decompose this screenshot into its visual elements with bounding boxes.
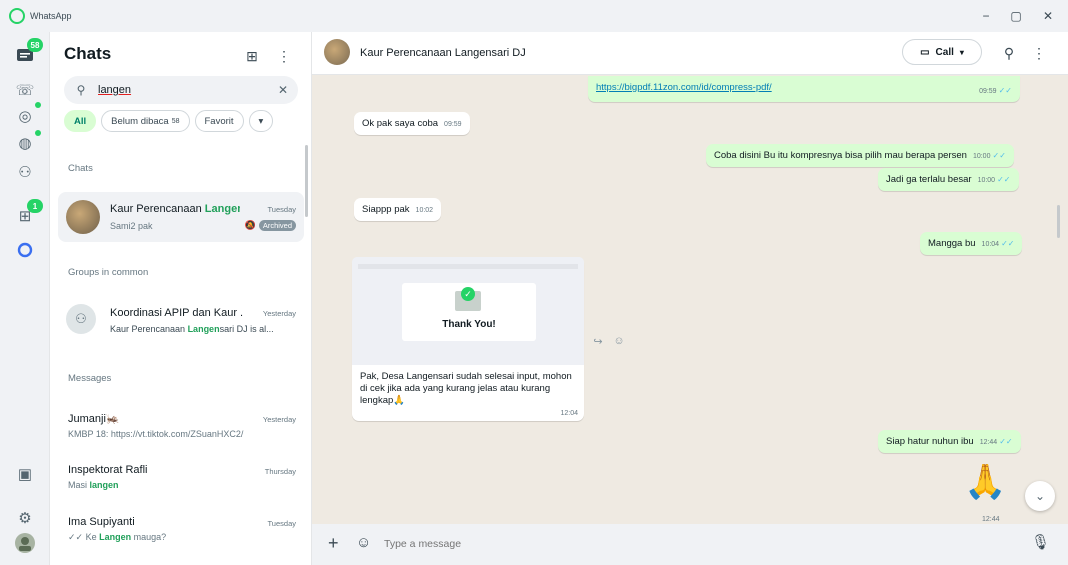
conversation-scrollbar[interactable] [1057, 205, 1060, 238]
media-icon[interactable]: ▣ [13, 462, 37, 486]
conversation-pane: Kaur Perencanaan Langensari DJ ▭ Call ▾ … [312, 32, 1068, 565]
message-out[interactable]: Jadi ga terlalu besar 10:00 ✓✓ [878, 168, 1019, 191]
check-icon: ✓ [461, 287, 475, 301]
new-chat-icon[interactable]: ⊞ [240, 44, 264, 68]
status-dot [35, 102, 41, 108]
call-button[interactable]: ▭ Call ▾ [902, 39, 982, 65]
group-name: Koordinasi APIP dan Kaur ... [110, 307, 244, 319]
message-link[interactable]: https://bigpdf.11zon.com/id/compress-pdf… [596, 82, 772, 93]
communities-icon[interactable]: ⚇ [13, 160, 37, 184]
message-in[interactable]: Siappp pak 10:02 [354, 198, 442, 221]
message-snippet: KMBP 18: https://vt.tiktok.com/ZSuanHXC2… [68, 429, 244, 439]
avatar [66, 200, 100, 234]
search-input[interactable]: ⚲ langen ✕ [64, 76, 298, 104]
filter-unread[interactable]: Belum dibaca 58 [101, 110, 190, 132]
chat-row-kaur-perencanaan[interactable]: Kaur Perencanaan Langen... Tuesday Sami2… [58, 192, 304, 242]
channels-icon[interactable]: ◍ [13, 131, 37, 155]
filter-more[interactable]: ▾ [248, 110, 274, 132]
conversation-header: Kaur Perencanaan Langensari DJ ▭ Call ▾ … [312, 32, 1068, 75]
read-receipt-icon: ✓✓ [1001, 239, 1015, 248]
read-receipt-icon: ✓✓ [999, 437, 1013, 446]
calls-icon[interactable]: ☏ [13, 78, 37, 102]
panel-title: Chats [64, 44, 112, 63]
archived-badge: 1 [27, 199, 43, 213]
archived-badge: Archived [258, 220, 296, 231]
filter-chips: All Belum dibaca 58 Favorit ▾ [64, 110, 274, 132]
chevron-down-icon: ▾ [959, 47, 964, 57]
section-groups: Groups in common [68, 267, 149, 278]
message-time: Tuesday [267, 519, 297, 528]
message-row-ima[interactable]: Ima Supiyanti Tuesday ✓✓ Ke Langen mauga… [58, 509, 304, 551]
message-out-emoji[interactable]: 🙏 [964, 462, 1006, 502]
message-row-inspektorat[interactable]: Inspektorat Rafli Thursday Masi langen [58, 457, 304, 499]
contact-name[interactable]: Kaur Perencanaan Langensari DJ [360, 47, 526, 59]
message-out[interactable]: Coba disini Bu itu kompresnya bisa pilih… [706, 144, 1014, 167]
scroll-to-bottom-button[interactable]: ⌄ [1025, 481, 1055, 511]
filter-favorites[interactable]: Favorit [194, 110, 244, 132]
close-button[interactable]: ✕ [1030, 0, 1066, 32]
group-row-koordinasi[interactable]: ⚇ Koordinasi APIP dan Kaur ... Yesterday… [58, 300, 304, 344]
message-in-image[interactable]: ✓ Thank You! Pak, Desa Langensari sudah … [352, 257, 584, 421]
search-icon: ⚲ [76, 83, 86, 97]
group-time: Yesterday [262, 309, 296, 318]
message-snippet: ✓✓ Ke Langen mauga? [68, 532, 167, 542]
filter-all[interactable]: All [64, 110, 97, 132]
message-in[interactable]: Ok pak saya coba 09:59 [354, 112, 470, 135]
message-caption: Pak, Desa Langensari sudah selesai input… [360, 371, 572, 406]
contact-avatar[interactable] [324, 39, 350, 65]
attach-icon[interactable]: + [328, 533, 339, 554]
message-out[interactable]: Mangga bu 10:04 ✓✓ [920, 232, 1023, 255]
whatsapp-logo-icon [9, 8, 25, 24]
menu-icon[interactable]: ⋮ [272, 44, 296, 68]
read-receipt-icon: ✓✓ [997, 175, 1011, 184]
group-subtitle: Kaur Perencanaan Langensari DJ is al... [110, 324, 274, 334]
chat-preview: Sami2 pak [110, 221, 153, 231]
microphone-icon[interactable]: 🎙 [1031, 533, 1050, 551]
message-snippet: Masi langen [68, 480, 119, 490]
chat-list-panel: Chats ⊞ ⋮ ⚲ langen ✕ All Belum dibaca 58 … [50, 32, 312, 565]
message-sender: Inspektorat Rafli [68, 464, 148, 476]
message-time: Thursday [264, 467, 296, 476]
status-icon[interactable]: ◎ [13, 104, 37, 128]
muted-icon: 🔕 [244, 220, 256, 230]
maximize-button[interactable]: ▢ [998, 0, 1034, 32]
forward-icon[interactable]: ↪ [589, 332, 607, 350]
profile-avatar[interactable] [13, 531, 37, 555]
chat-name: Kaur Perencanaan Langen... [110, 203, 240, 215]
chat-time: Tuesday [267, 205, 297, 214]
group-avatar-icon: ⚇ [66, 304, 96, 334]
video-icon: ▭ [920, 46, 930, 58]
section-chats: Chats [68, 163, 93, 174]
whatsapp-window: WhatsApp − ▢ ✕ 58 ☏ ◎ ◍ ⚇ ⊞ 1 ▣ ⚙ Chats … [0, 0, 1068, 565]
message-time: Yesterday [262, 415, 296, 424]
chat-list-scrollbar[interactable] [305, 145, 308, 217]
read-receipt-icon: ✓✓ [998, 86, 1012, 95]
emoji-icon[interactable]: ☺ [356, 534, 371, 551]
message-row-jumanji[interactable]: Jumanji🦗 Yesterday KMBP 18: https://vt.t… [58, 405, 304, 447]
title-bar: WhatsApp − ▢ ✕ [0, 0, 1068, 32]
nav-rail: 58 ☏ ◎ ◍ ⚇ ⊞ 1 ▣ ⚙ [0, 32, 50, 565]
menu-icon[interactable]: ⋮ [1028, 42, 1050, 64]
section-messages: Messages [68, 373, 112, 384]
search-icon[interactable]: ⚲ [998, 42, 1020, 64]
message-out-link[interactable]: https://bigpdf.11zon.com/id/compress-pdf… [588, 76, 1020, 102]
clear-search-icon[interactable]: ✕ [278, 83, 288, 97]
meta-ai-icon[interactable] [13, 238, 37, 262]
message-time: 12:04 [560, 410, 578, 417]
message-out[interactable]: Siap hatur nuhun ibu 12:44 ✓✓ [878, 430, 1021, 453]
chats-unread-badge: 58 [27, 38, 43, 52]
search-value[interactable]: langen [98, 84, 131, 96]
react-emoji-icon[interactable]: ☺ [610, 332, 628, 350]
window-title: WhatsApp [30, 11, 72, 21]
message-sender: Ima Supiyanti [68, 516, 135, 528]
composer: + ☺ 🎙 [312, 524, 1068, 565]
message-sender: Jumanji🦗 [68, 413, 120, 425]
read-receipt-icon: ✓✓ [992, 151, 1006, 160]
channels-dot [35, 130, 41, 136]
settings-icon[interactable]: ⚙ [13, 506, 37, 530]
message-time: 12:44 [982, 516, 1000, 523]
message-image[interactable]: ✓ Thank You! [352, 257, 584, 365]
message-input[interactable] [382, 531, 1022, 557]
